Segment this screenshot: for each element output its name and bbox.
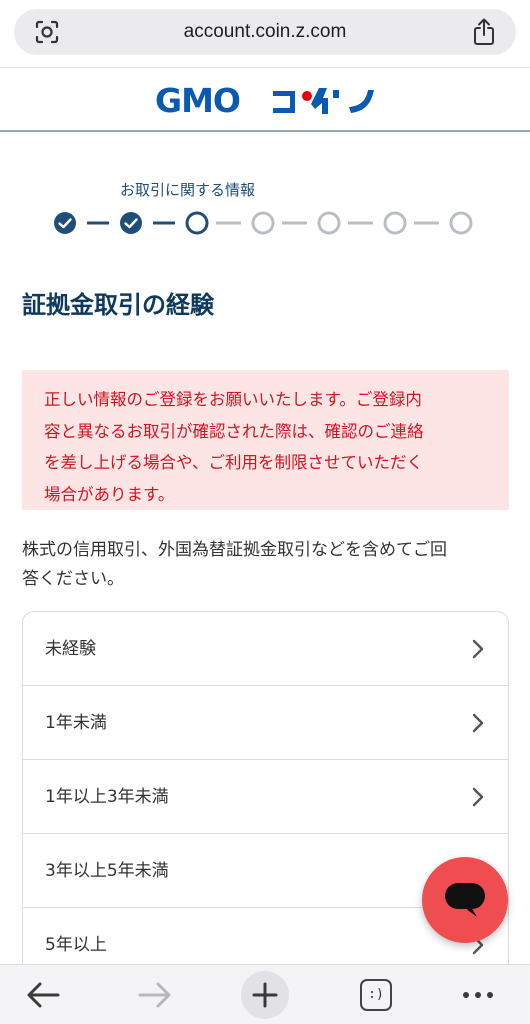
gmo-coin-logo: GMO [155, 82, 374, 116]
warning-alert: 正しい情報のご登録をお願いいたします。ご登録内 容と異なるお取引が確認された際は… [22, 370, 509, 510]
option-1-to-3-years[interactable]: 1年以上3年未満 [23, 760, 508, 834]
chevron-right-icon [472, 713, 484, 733]
alert-line: 正しい情報のご登録をお願いいたします。ご登録内 [44, 390, 422, 409]
page-title: 証拠金取引の経験 [22, 291, 214, 319]
address-bar[interactable]: account.coin.z.com [14, 9, 516, 55]
alert-line: 容と異なるお取引が確認された際は、確認のご連絡 [44, 421, 424, 441]
alert-line: を差し上げる場合や、ご利用を制限させていただく [44, 453, 424, 472]
step-label: お取引に関する情報 [120, 181, 256, 199]
new-tab-button[interactable] [241, 971, 289, 1019]
option-none[interactable]: 未経験 [23, 612, 508, 686]
step-7 [449, 211, 473, 235]
option-label: 3年以上5年未満 [45, 861, 169, 881]
browser-toolbar: :) [0, 964, 530, 1024]
tabs-icon: :) [360, 979, 392, 1011]
step-5 [317, 211, 341, 235]
option-label: 未経験 [45, 639, 96, 659]
chat-bubble-icon [445, 883, 485, 917]
step-6 [383, 211, 407, 235]
question-description: 株式の信用取引、外国為替証拠金取引などを含めてご回 答ください。 [22, 536, 512, 594]
option-label: 5年以上 [45, 935, 107, 955]
chat-support-button[interactable] [422, 857, 508, 943]
back-arrow-icon[interactable] [24, 977, 64, 1013]
browser-address-area: account.coin.z.com [0, 0, 530, 68]
description-line: 株式の信用取引、外国為替証拠金取引などを含めてご回 [22, 540, 447, 560]
tab-switcher-button[interactable]: :) [356, 977, 396, 1013]
site-header: GMO [0, 68, 530, 132]
option-label: 1年未満 [45, 713, 107, 733]
alert-line: 場合があります。 [44, 484, 175, 504]
plus-icon [252, 982, 278, 1008]
progress-stepper [54, 211, 473, 235]
more-dots-icon[interactable] [458, 977, 498, 1013]
url-text[interactable]: account.coin.z.com [14, 21, 516, 43]
option-under-1-year[interactable]: 1年未満 [23, 686, 508, 760]
option-label: 1年以上3年未満 [45, 787, 169, 807]
step-2-completed [120, 212, 142, 234]
chevron-right-icon [472, 639, 484, 659]
description-line: 答ください。 [22, 569, 124, 589]
step-3-current [185, 211, 209, 235]
svg-text:GMO: GMO [155, 82, 240, 116]
chevron-right-icon [472, 787, 484, 807]
step-4 [251, 211, 275, 235]
share-icon[interactable] [472, 18, 496, 46]
step-1-completed [54, 212, 76, 234]
forward-arrow-icon[interactable] [134, 977, 174, 1013]
